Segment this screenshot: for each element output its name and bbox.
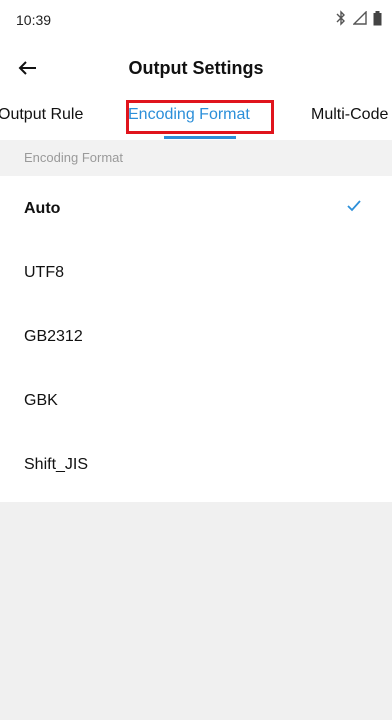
app-bar: Output Settings xyxy=(0,46,392,90)
tab-selected-indicator xyxy=(164,136,236,139)
tab-multi-code[interactable]: Multi-Code xyxy=(311,106,388,124)
status-icons xyxy=(335,10,382,26)
status-bar: 10:39 xyxy=(0,0,392,40)
option-label: UTF8 xyxy=(24,264,64,281)
section-header: Encoding Format xyxy=(0,140,392,176)
battery-icon xyxy=(373,10,382,25)
option-gbk[interactable]: GBK xyxy=(0,368,392,432)
option-utf8[interactable]: UTF8 xyxy=(0,240,392,304)
option-shift-jis[interactable]: Shift_JIS xyxy=(0,432,392,496)
section-header-label: Encoding Format xyxy=(24,150,123,165)
tab-output-rule[interactable]: Output Rule xyxy=(0,106,83,124)
status-time: 10:39 xyxy=(16,12,52,28)
option-label: Shift_JIS xyxy=(24,456,89,473)
option-label: GBK xyxy=(24,392,58,409)
page-title: Output Settings xyxy=(128,58,264,78)
option-label: GB2312 xyxy=(24,328,83,345)
signal-icon xyxy=(353,11,367,25)
tab-highlight-box xyxy=(126,100,274,134)
option-gb2312[interactable]: GB2312 xyxy=(0,304,392,368)
option-label: Auto xyxy=(24,200,61,217)
option-auto[interactable]: Auto xyxy=(0,176,392,240)
bluetooth-icon xyxy=(336,10,345,26)
check-icon xyxy=(347,200,361,212)
empty-area xyxy=(0,502,392,720)
encoding-option-list: Auto UTF8 GB2312 GBK Shift_JIS xyxy=(0,176,392,496)
